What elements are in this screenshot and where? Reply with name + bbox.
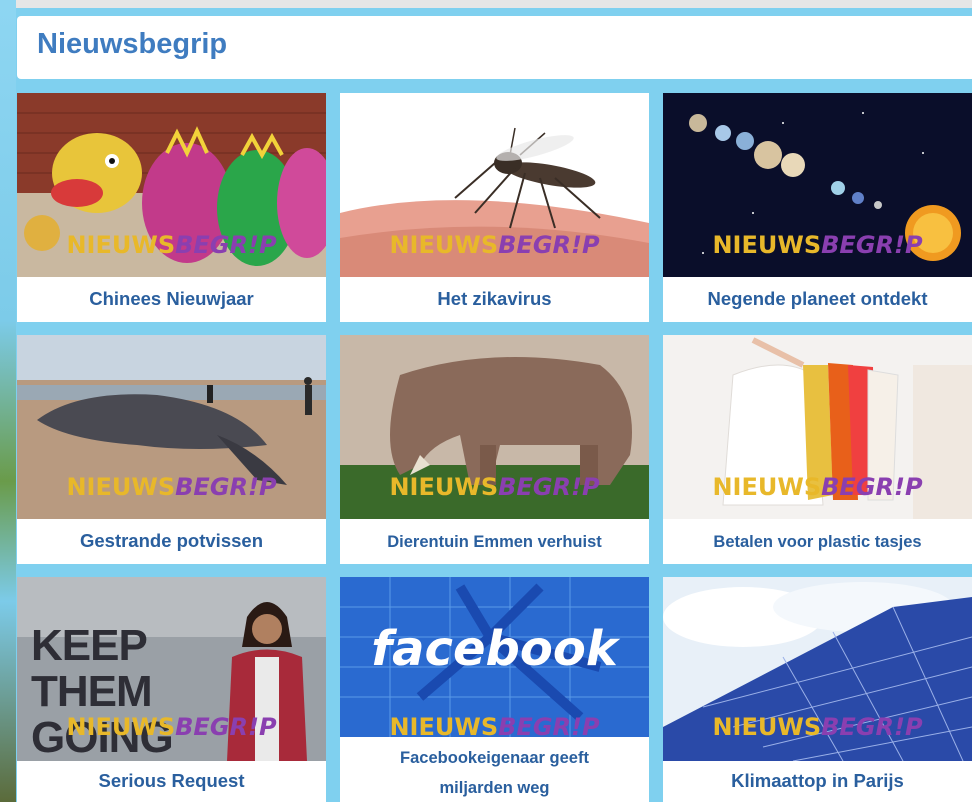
chinese-dragon-image[interactable]: NIEUWSBEGR!P [17, 93, 326, 277]
nieuwsbegrip-logo: NIEUWSBEGR!P [712, 713, 923, 741]
news-card-caption[interactable]: Dierentuin Emmen verhuist [340, 519, 649, 564]
news-card-het-zikavirus[interactable]: NIEUWSBEGR!P Het zikavirus [340, 93, 649, 322]
serious-request-image[interactable]: KEEP THEM GOING NIEUWSBEGR!P [17, 577, 326, 761]
news-card-gestrande-potvissen[interactable]: NIEUWSBEGR!P Gestrande potvissen [17, 335, 326, 564]
news-card-caption[interactable]: Klimaattop in Parijs [663, 761, 972, 802]
mosquito-image[interactable]: NIEUWSBEGR!P [340, 93, 649, 277]
nieuwsbegrip-logo: NIEUWSBEGR!P [712, 231, 923, 259]
nieuwsbegrip-logo: NIEUWSBEGR!P [712, 473, 923, 501]
nieuwsbegrip-logo: NIEUWSBEGR!P [66, 231, 277, 259]
background-left-strip [0, 0, 16, 802]
solar-panels-image[interactable]: NIEUWSBEGR!P [663, 577, 972, 761]
page-title: Nieuwsbegrip [37, 28, 228, 60]
news-card-caption[interactable]: Serious Request [17, 761, 326, 802]
news-card-caption[interactable]: Betalen voor plastic tasjes [663, 519, 972, 564]
news-card-caption[interactable]: Het zikavirus [340, 277, 649, 322]
news-card-negende-planeet[interactable]: NIEUWSBEGR!P Negende planeet ontdekt [663, 93, 972, 322]
news-card-chinees-nieuwjaar[interactable]: NIEUWSBEGR!P Chinees Nieuwjaar [17, 93, 326, 322]
news-card-caption[interactable]: Negende planeet ontdekt [663, 277, 972, 322]
page-header: Nieuwsbegrip [17, 16, 972, 79]
news-card-caption[interactable]: Facebookeigenaar geeft miljarden weg [340, 737, 649, 802]
rhinoceros-image[interactable]: NIEUWSBEGR!P [340, 335, 649, 519]
news-card-caption[interactable]: Chinees Nieuwjaar [17, 277, 326, 322]
plastic-bags-image[interactable]: NIEUWSBEGR!P [663, 335, 972, 519]
news-card-caption[interactable]: Gestrande potvissen [17, 519, 326, 564]
news-card-plastic-tasjes[interactable]: NIEUWSBEGR!P Betalen voor plastic tasjes [663, 335, 972, 564]
nieuwsbegrip-logo: NIEUWSBEGR!P [66, 713, 277, 741]
news-card-dierentuin-emmen[interactable]: NIEUWSBEGR!P Dierentuin Emmen verhuist [340, 335, 649, 564]
nieuwsbegrip-logo: NIEUWSBEGR!P [389, 713, 600, 737]
news-card-klimaattop[interactable]: NIEUWSBEGR!P Klimaattop in Parijs [663, 577, 972, 802]
news-card-facebook[interactable]: facebook NIEUWSBEGR!P Facebookeigenaar g… [340, 577, 649, 802]
solar-system-image[interactable]: NIEUWSBEGR!P [663, 93, 972, 277]
top-border [0, 0, 972, 8]
nieuwsbegrip-logo: NIEUWSBEGR!P [389, 473, 600, 501]
facebook-wordmark: facebook [371, 621, 618, 677]
stranded-whale-image[interactable]: NIEUWSBEGR!P [17, 335, 326, 519]
nieuwsbegrip-logo: NIEUWSBEGR!P [66, 473, 277, 501]
nieuwsbegrip-logo: NIEUWSBEGR!P [389, 231, 600, 259]
news-card-serious-request[interactable]: KEEP THEM GOING NIEUWSBEGR!P Serious Req… [17, 577, 326, 802]
facebook-image[interactable]: facebook NIEUWSBEGR!P [340, 577, 649, 737]
